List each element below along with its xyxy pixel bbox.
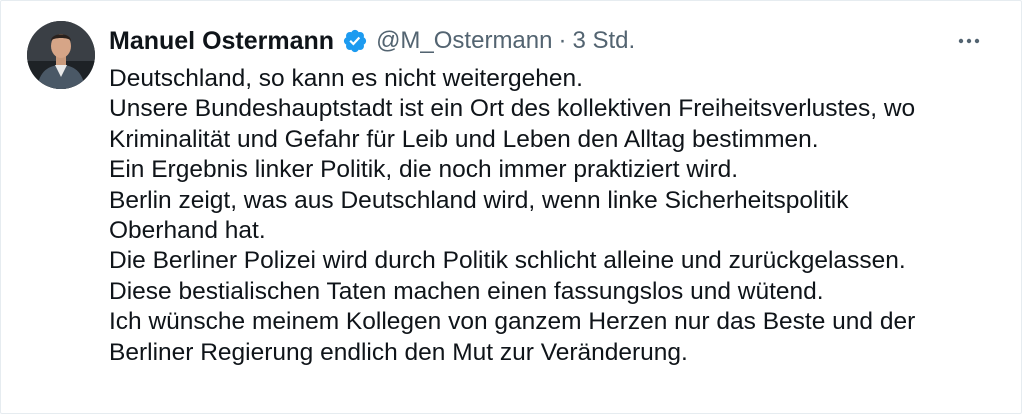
tweet-text-line: Berliner Regierung endlich den Mut zur V… [109, 338, 688, 366]
tweet-text-line: Diese bestialischen Taten machen einen f… [109, 277, 824, 305]
tweet-text-line: Unsere Bundeshauptstadt ist ein Ort des … [109, 95, 916, 123]
separator-dot: · [558, 27, 567, 54]
tweet-text-line: Oberhand hat. [109, 216, 266, 244]
tweet-card[interactable]: Manuel Ostermann @M_Ostermann · 3 Std. D… [0, 0, 1022, 414]
tweet-text-line: Kriminalität und Gefahr für Leib und Leb… [109, 125, 819, 153]
tweet-text: Deutschland, so kann es nicht weitergehe… [109, 64, 989, 368]
tweet-text-line: Die Berliner Polizei wird durch Politik … [109, 247, 906, 275]
timestamp[interactable]: 3 Std. [572, 27, 635, 55]
avatar[interactable] [27, 21, 95, 89]
verified-badge-icon [342, 28, 368, 54]
tweet-text-line: Berlin zeigt, was aus Deutschland wird, … [109, 186, 849, 214]
tweet-header: Manuel Ostermann @M_Ostermann · 3 Std. [109, 24, 635, 58]
tweet-text-line: Ich wünsche meinem Kollegen von ganzem H… [109, 308, 916, 336]
tweet-text-line: Deutschland, so kann es nicht weitergehe… [109, 65, 583, 92]
author-name[interactable]: Manuel Ostermann [109, 27, 334, 56]
author-handle[interactable]: @M_Ostermann [376, 27, 552, 55]
more-horizontal-icon[interactable] [949, 29, 989, 53]
tweet-text-line: Ein Ergebnis linker Politik, die noch im… [109, 156, 739, 184]
